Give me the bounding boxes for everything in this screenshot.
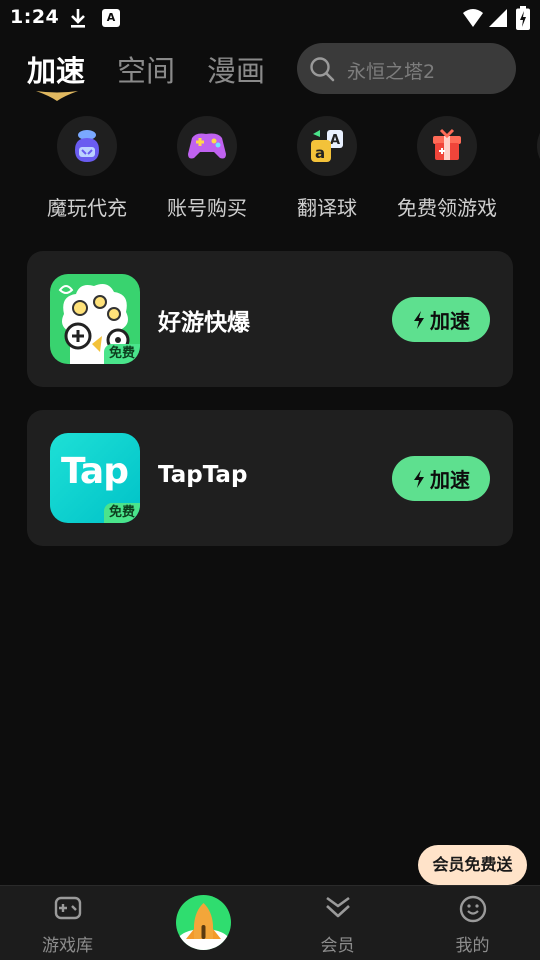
cellular-icon [489, 9, 507, 27]
search-placeholder: 永恒之塔2 [347, 61, 436, 83]
gift-box-icon [417, 116, 477, 176]
nav-accelerate-center-button[interactable] [176, 895, 231, 950]
game-library-icon [54, 896, 81, 920]
accelerate-label: 加速 [430, 309, 470, 333]
quick-item-recharge[interactable]: 魔玩代充 [27, 115, 147, 221]
game-name: 好游快爆 [158, 310, 250, 336]
status-time: 1:24 [10, 6, 60, 28]
taptap-logo-text: Tap [61, 451, 129, 492]
nav-label: 我的 [455, 936, 490, 956]
battery-charging-icon [516, 6, 530, 30]
quick-item-translate[interactable]: A a 翻译球 [267, 115, 387, 221]
accelerate-label: 加速 [430, 468, 470, 492]
translate-icon: A a [297, 116, 357, 176]
download-icon [71, 9, 85, 28]
wifi-icon [463, 9, 483, 27]
bottom-nav: 游戏库 会员 我的 [0, 885, 540, 960]
vip-icon [325, 896, 350, 918]
haoyou-app-icon: 免费 [50, 274, 140, 364]
autofill-icon: A [102, 9, 120, 27]
smile-icon [459, 895, 486, 923]
accelerate-button[interactable]: 加速 [392, 456, 490, 501]
quick-actions: 魔玩代充 账号购买 A a 翻译球 免费领游戏 [0, 115, 540, 225]
quick-label: 排 [507, 192, 540, 221]
quick-item-account-buy[interactable]: 账号购买 [147, 115, 267, 221]
free-tag: 免费 [103, 503, 140, 523]
search-bar[interactable]: 永恒之塔2 [297, 43, 516, 94]
top-tabs: 加速 空间 漫画 [0, 40, 300, 101]
game-card-haoyou[interactable]: 免费 好游快爆 加速 [27, 251, 513, 387]
tab-comics[interactable]: 漫画 [207, 48, 265, 90]
status-bar: 1:24 A [0, 0, 540, 36]
gamepad-icon [177, 116, 237, 176]
svg-text:A: A [330, 133, 340, 148]
accelerate-button[interactable]: 加速 [392, 297, 490, 342]
quick-item-free-games[interactable]: 免费领游戏 [387, 115, 507, 221]
game-name: TapTap [158, 462, 248, 488]
nav-label: 游戏库 [42, 936, 93, 956]
rocket-icon [177, 903, 230, 950]
svg-text:a: a [315, 144, 325, 162]
quick-label: 翻译球 [297, 196, 357, 220]
lightning-icon [414, 469, 424, 488]
quick-label: 账号购买 [167, 196, 247, 220]
nav-label: 会员 [320, 936, 355, 956]
taptap-app-icon: Tap 免费 [50, 433, 140, 523]
quick-label: 免费领游戏 [397, 196, 497, 220]
game-card-taptap[interactable]: Tap 免费 TapTap 加速 [27, 410, 513, 546]
quick-item-more[interactable]: 排 [507, 115, 540, 221]
vip-promo-bubble[interactable]: 会员免费送 [418, 845, 527, 885]
nav-game-library[interactable]: 游戏库 [0, 886, 135, 960]
free-tag: 免费 [103, 344, 140, 364]
nav-mine[interactable]: 我的 [405, 886, 540, 960]
nav-vip[interactable]: 会员 [270, 886, 405, 960]
search-icon [310, 57, 335, 82]
quick-label: 魔玩代充 [47, 196, 127, 220]
tab-space[interactable]: 空间 [117, 48, 175, 90]
tab-indicator [36, 91, 78, 101]
lightning-icon [414, 310, 424, 329]
tab-accelerate[interactable]: 加速 [27, 48, 85, 90]
money-bag-icon [57, 116, 117, 176]
